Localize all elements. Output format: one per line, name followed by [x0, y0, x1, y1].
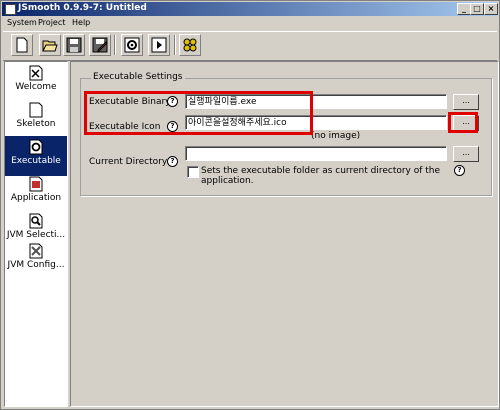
window-title: JSmooth 0.9.9-7: Untitled — [18, 3, 147, 13]
executable-binary-field[interactable]: 실행파일이름.exe — [185, 94, 447, 109]
tools-document-icon — [29, 243, 43, 259]
sidebar-item-label: Welcome — [15, 82, 57, 92]
new-document-icon — [16, 37, 28, 53]
executable-settings-group: Executable Settings Executable Binary ? … — [80, 72, 492, 196]
toolbar — [3, 31, 497, 61]
save-as-button[interactable] — [89, 34, 111, 56]
floppy-disk-icon — [66, 37, 82, 53]
help-icon[interactable]: ? — [454, 165, 465, 176]
open-project-button[interactable] — [39, 34, 61, 56]
run-button[interactable] — [148, 34, 170, 56]
content-panel: Executable Settings Executable Binary ? … — [70, 61, 499, 407]
help-icon[interactable]: ? — [167, 156, 178, 167]
about-button[interactable] — [179, 34, 201, 56]
help-icon[interactable]: ? — [167, 96, 178, 107]
compile-button[interactable] — [121, 34, 143, 56]
document-icon — [29, 102, 43, 118]
application-icon — [29, 176, 43, 192]
sidebar-item-label: Application — [10, 193, 62, 203]
new-project-button[interactable] — [11, 34, 33, 56]
toolbar-separator — [114, 35, 116, 55]
sidebar: Welcome Skeleton Executable Application … — [4, 61, 68, 407]
sidebar-item-label: JVM Config... — [7, 260, 65, 270]
gear-document-icon — [29, 139, 43, 155]
folder-open-icon — [42, 40, 58, 52]
sidebar-item-label: Executable — [11, 156, 61, 166]
multi-gear-icon — [183, 38, 197, 52]
sidebar-item-label: Skeleton — [16, 119, 56, 129]
executable-icon-label: Executable Icon — [89, 122, 161, 132]
current-directory-label: Current Directory — [89, 157, 168, 167]
current-directory-field[interactable] — [185, 146, 447, 161]
directory-browse-button[interactable]: ... — [453, 146, 479, 162]
sidebar-item-jvm-config[interactable]: JVM Config... — [5, 240, 67, 280]
app-icon — [5, 4, 16, 15]
icon-browse-button[interactable]: ... — [453, 115, 479, 131]
sidebar-item-application[interactable]: Application — [5, 173, 67, 213]
sidebar-item-skeleton[interactable]: Skeleton — [5, 99, 67, 139]
menu-help[interactable]: Help — [72, 18, 90, 27]
group-title: Executable Settings — [91, 72, 185, 82]
menu-bar: System Project Help — [2, 17, 498, 29]
welcome-icon — [29, 65, 43, 81]
menu-system[interactable]: System — [7, 18, 37, 27]
play-icon — [151, 37, 167, 53]
help-icon[interactable]: ? — [167, 121, 178, 132]
menu-project[interactable]: Project — [38, 18, 65, 27]
icon-preview-text: (no image) — [311, 131, 361, 141]
set-current-directory-checkbox[interactable] — [187, 166, 199, 178]
save-project-button[interactable] — [63, 34, 85, 56]
title-bar: JSmooth 0.9.9-7: Untitled _ □ × — [2, 2, 498, 16]
executable-binary-label: Executable Binary — [89, 97, 171, 107]
checkbox-label: Sets the executable folder as current di… — [201, 166, 441, 186]
binary-browse-button[interactable]: ... — [453, 94, 479, 110]
close-button[interactable]: × — [484, 3, 498, 15]
main-window: JSmooth 0.9.9-7: Untitled _ □ × System P… — [0, 0, 500, 410]
executable-icon-field[interactable]: 아이콘을설정해주세요.ico — [185, 115, 447, 130]
toolbar-separator — [174, 35, 176, 55]
maximize-button[interactable]: □ — [470, 3, 484, 15]
sidebar-item-welcome[interactable]: Welcome — [5, 62, 67, 102]
sidebar-item-label: JVM Selecti... — [6, 230, 66, 240]
sidebar-item-executable[interactable]: Executable — [5, 136, 67, 176]
minimize-button[interactable]: _ — [457, 3, 471, 15]
magnifier-document-icon — [29, 213, 43, 229]
gear-icon — [124, 37, 140, 53]
floppy-edit-icon — [92, 37, 108, 53]
